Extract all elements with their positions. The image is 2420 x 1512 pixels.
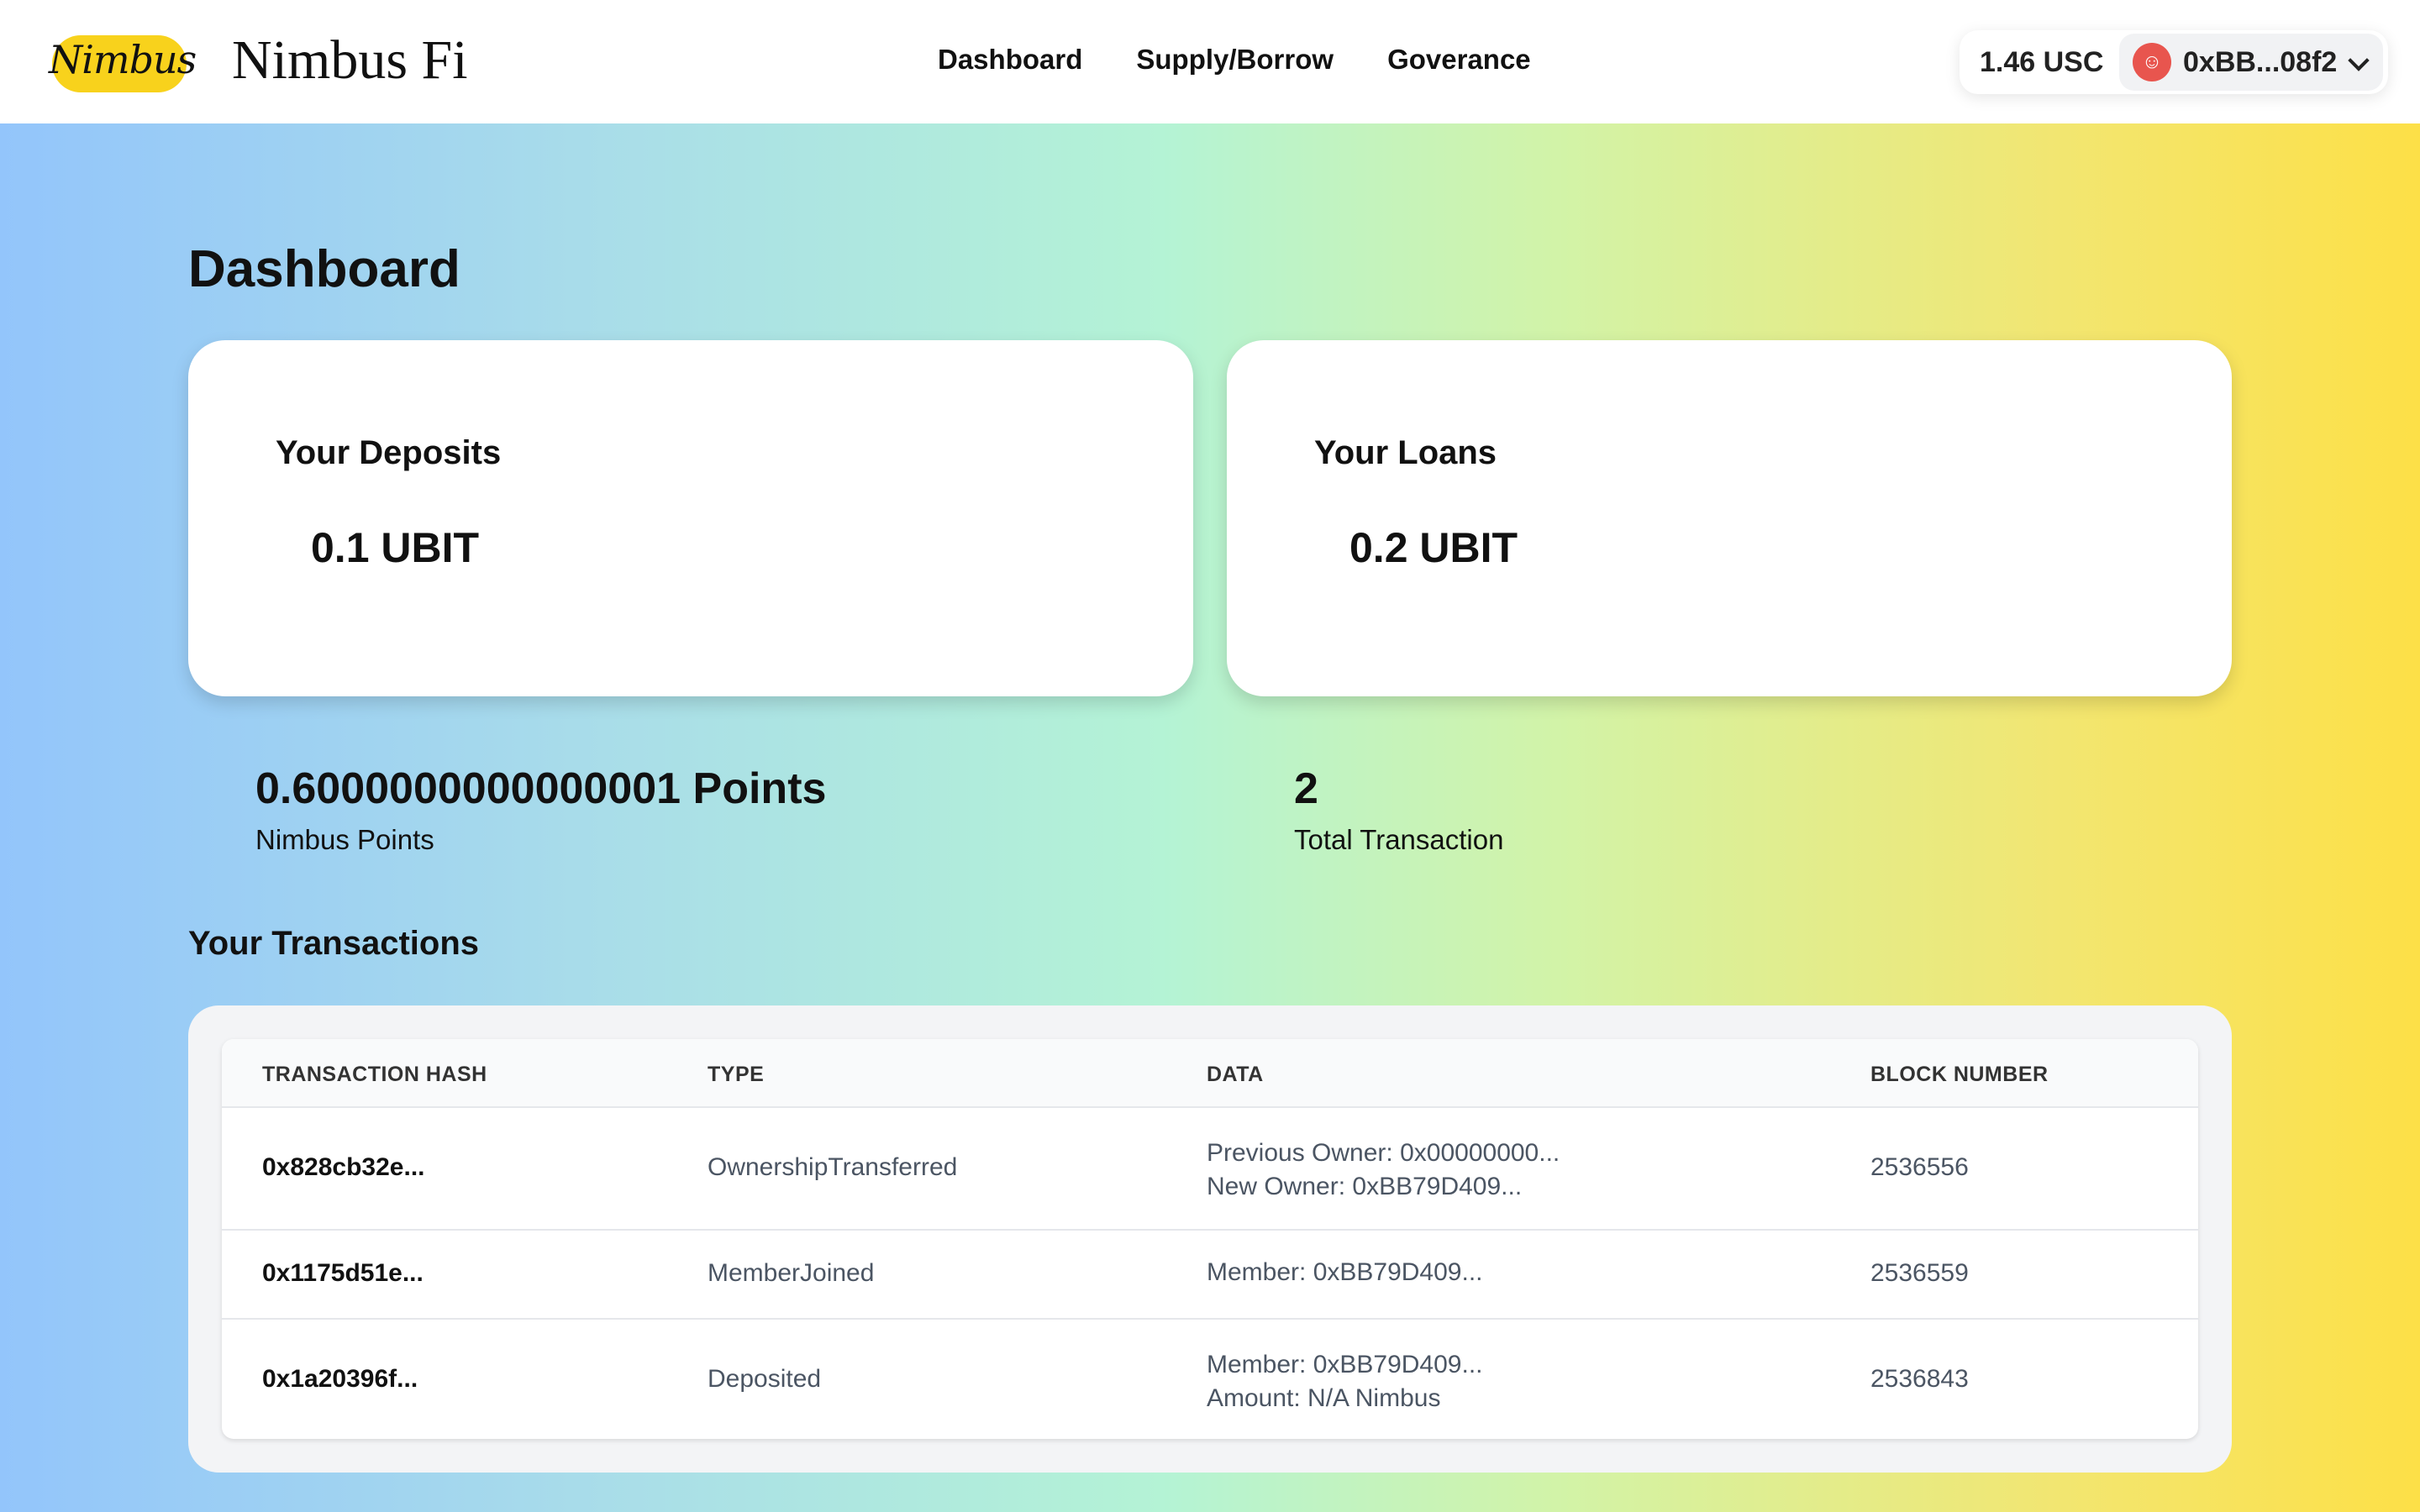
deposits-title: Your Deposits — [276, 434, 502, 471]
row-type: MemberJoined — [708, 1259, 875, 1287]
nav-governance[interactable]: Goverance — [1387, 44, 1531, 76]
points-stat: 0.6000000000000001 Points Nimbus Points — [255, 764, 826, 856]
row-data: Previous Owner: 0x00000000... New Owner:… — [1207, 1137, 1560, 1204]
row-type: Deposited — [708, 1365, 822, 1393]
transactions-count: 2 — [1294, 764, 1318, 813]
top-navbar: Nimbus Nimbus Fi Dashboard Supply/Borrow… — [0, 0, 2420, 123]
transactions-table: TRANSACTION HASH TYPE DATA BLOCK NUMBER … — [222, 1039, 2198, 1439]
table-header: TRANSACTION HASH TYPE DATA BLOCK NUMBER — [222, 1039, 2198, 1106]
row-data: Member: 0xBB79D409... Amount: N/A Nimbus — [1207, 1348, 1483, 1415]
row-hash[interactable]: 0x1175d51e... — [262, 1259, 424, 1288]
row-data-line: Previous Owner: 0x00000000... — [1207, 1139, 1560, 1167]
row-data-line: New Owner: 0xBB79D409... — [1207, 1173, 1523, 1200]
row-data-line: Member: 0xBB79D409... — [1207, 1351, 1483, 1378]
main-nav: Dashboard Supply/Borrow Goverance — [938, 44, 1531, 76]
points-label: Nimbus Points — [255, 824, 434, 855]
row-data-line: Amount: N/A Nimbus — [1207, 1384, 1441, 1412]
points-value: 0.6000000000000001 Points — [255, 764, 827, 813]
transactions-section-title: Your Transactions — [188, 925, 480, 962]
transactions-table-container: TRANSACTION HASH TYPE DATA BLOCK NUMBER … — [188, 1005, 2232, 1473]
dashboard-content: Dashboard Your Deposits 0.1 UBIT Your Lo… — [0, 123, 2420, 1512]
row-hash[interactable]: 0x828cb32e... — [262, 1153, 425, 1182]
wallet-balance: 1.46 USC — [1980, 45, 2104, 78]
row-data: Member: 0xBB79D409... — [1207, 1256, 1483, 1289]
table-row[interactable]: 0x828cb32e... OwnershipTransferred Previ… — [222, 1106, 2198, 1229]
avatar-icon: ☺ — [2133, 43, 2171, 81]
chevron-down-icon — [2349, 53, 2367, 71]
loans-value: 0.2 UBIT — [1349, 524, 1518, 571]
nav-dashboard[interactable]: Dashboard — [938, 44, 1082, 76]
row-data-line: Member: 0xBB79D409... — [1207, 1258, 1483, 1286]
loans-card: Your Loans 0.2 UBIT — [1227, 340, 2232, 696]
page-title: Dashboard — [188, 240, 460, 298]
column-header-hash: TRANSACTION HASH — [262, 1063, 487, 1086]
row-hash[interactable]: 0x1a20396f... — [262, 1365, 418, 1394]
transactions-stat: 2 Total Transaction — [1294, 764, 1503, 856]
row-block: 2536559 — [1870, 1259, 1969, 1287]
column-header-block: BLOCK NUMBER — [1870, 1063, 2049, 1086]
nimbus-logo[interactable]: Nimbus — [47, 32, 197, 92]
row-type: OwnershipTransferred — [708, 1153, 958, 1181]
brand-name[interactable]: Nimbus Fi — [232, 29, 468, 92]
table-row[interactable]: 0x1a20396f... Deposited Member: 0xBB79D4… — [222, 1318, 2198, 1439]
transactions-label: Total Transaction — [1294, 824, 1504, 855]
table-row[interactable]: 0x1175d51e... MemberJoined Member: 0xBB7… — [222, 1229, 2198, 1318]
account-button[interactable]: ☺ 0xBB...08f2 — [2119, 34, 2383, 91]
row-block: 2536556 — [1870, 1153, 1969, 1181]
nav-supply-borrow[interactable]: Supply/Borrow — [1136, 44, 1334, 76]
wallet-widget[interactable]: 1.46 USC ☺ 0xBB...08f2 — [1960, 30, 2388, 94]
logo-text: Nimbus — [49, 37, 197, 82]
column-header-data: DATA — [1207, 1063, 1264, 1086]
row-block: 2536843 — [1870, 1365, 1969, 1393]
deposits-value: 0.1 UBIT — [311, 524, 480, 571]
deposits-card: Your Deposits 0.1 UBIT — [188, 340, 1193, 696]
loans-title: Your Loans — [1314, 434, 1497, 471]
column-header-type: TYPE — [708, 1063, 765, 1086]
account-address: 0xBB...08f2 — [2183, 45, 2338, 78]
